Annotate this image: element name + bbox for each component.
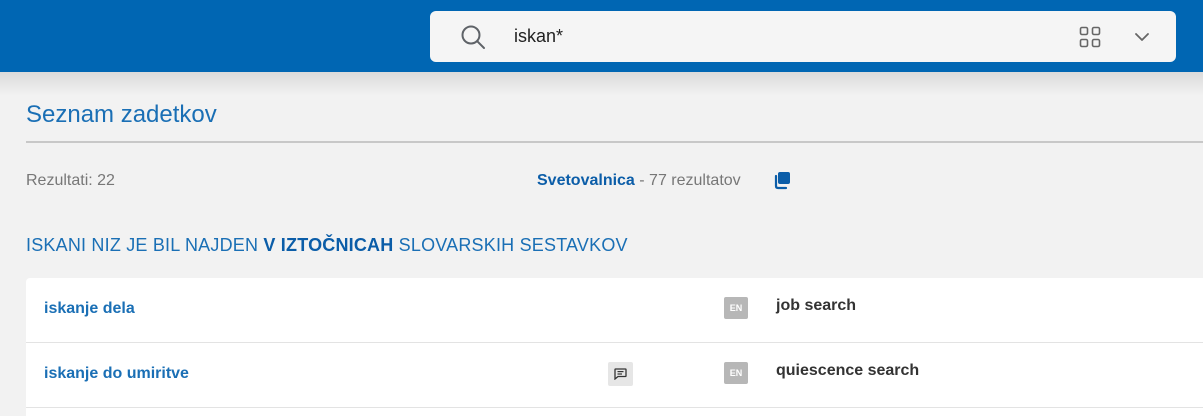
comment-button[interactable] xyxy=(608,362,633,386)
svetovalnica-link[interactable]: Svetovalnica xyxy=(537,172,635,189)
term-link[interactable]: iskanje dela xyxy=(44,300,135,318)
search-input[interactable] xyxy=(514,22,1034,50)
title-divider xyxy=(26,141,1203,143)
chevron-down-icon[interactable] xyxy=(1133,28,1151,46)
section-heading: ISKANI NIZ JE BIL NAJDEN V IZTOČNICAH SL… xyxy=(26,235,628,256)
external-count: - 77 rezultatov xyxy=(634,172,741,189)
top-bar xyxy=(0,0,1203,72)
language-badge: EN xyxy=(724,362,748,384)
term-link[interactable]: iskanje do umiritve xyxy=(44,365,189,383)
section-heading-prefix: ISKANI NIZ JE BIL NAJDEN xyxy=(26,235,264,255)
language-badge: EN xyxy=(724,297,748,319)
search-box[interactable] xyxy=(430,11,1176,62)
grid-icon[interactable] xyxy=(1079,26,1101,48)
search-icon[interactable] xyxy=(460,24,486,50)
table-row: iskanje do umiritve EN quiescence search xyxy=(26,343,1203,408)
comment-icon xyxy=(614,368,627,380)
results-count: Rezultati: 22 xyxy=(26,172,115,189)
section-heading-bold: V IZTOČNICAH xyxy=(263,235,394,255)
translation-text: job search xyxy=(776,297,857,314)
header-shadow xyxy=(0,72,1203,96)
results-table: iskanje dela EN job search iskanje do um… xyxy=(26,278,1203,416)
copy-icon[interactable] xyxy=(772,170,792,190)
page-title: Seznam zadetkov xyxy=(26,101,217,128)
translation-text: quiescence search xyxy=(776,362,920,379)
section-heading-suffix: SLOVARSKIH SESTAVKOV xyxy=(393,235,628,255)
external-results: Svetovalnica - 77 rezultatov xyxy=(537,172,741,190)
table-row: iskanje dela EN job search xyxy=(26,278,1203,343)
